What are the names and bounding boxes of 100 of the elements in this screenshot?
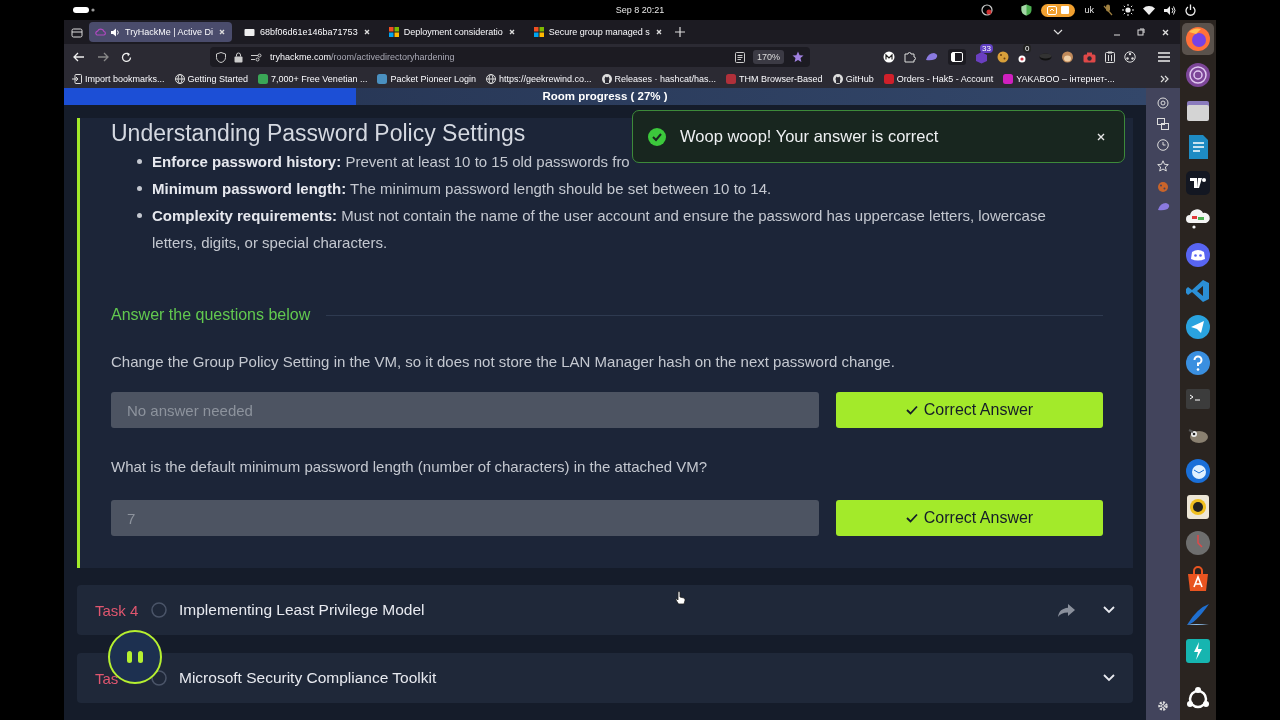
globe-icon [485, 74, 496, 84]
camera-icon[interactable] [1083, 51, 1096, 63]
bookmark-star-icon[interactable] [792, 51, 804, 63]
blob-icon[interactable] [1156, 202, 1170, 212]
record-icon [981, 4, 994, 16]
keyboard-layout: uk [1084, 5, 1094, 15]
synced-tabs-icon[interactable] [1157, 118, 1169, 130]
cube-extension-icon[interactable] [975, 50, 988, 64]
task-row[interactable]: Task 4 Implementing Least Privilege Model [77, 585, 1133, 635]
paper-plane-icon[interactable] [1185, 314, 1211, 340]
browser-tab[interactable]: TryHackMe | Active Di [89, 22, 233, 42]
pause-icon [126, 651, 144, 663]
lock-icon [234, 51, 243, 63]
bookmark[interactable]: Getting Started [174, 74, 249, 84]
power-icon [1185, 4, 1196, 16]
bullet-text: Minimum password length: The minimum password length should be set between 10 to 14. [152, 179, 772, 199]
sidebar-toggle-icon[interactable] [951, 52, 963, 62]
bullet-icon [137, 159, 142, 164]
tab-list-icon[interactable] [71, 26, 83, 38]
terminal-icon[interactable] [1185, 386, 1211, 412]
bookmark[interactable]: 7,000+ Free Venetian ... [258, 74, 368, 84]
back-arrow-icon[interactable] [73, 52, 85, 62]
wifi-icon [1143, 5, 1155, 15]
task-row[interactable]: Tas Microsoft Security Compliance Toolkit [77, 653, 1133, 703]
fin-icon[interactable] [1185, 602, 1211, 628]
reload-icon[interactable] [121, 51, 132, 63]
bullet-text: Complexity requirements: Must not contain the name of the user account and ensure the password has uppercase letters, lowercase letters, digits, or special characters. [152, 206, 1047, 253]
speaker-icon [111, 27, 120, 37]
bookmark[interactable]: YAKABOO – інтернет-... [1003, 74, 1115, 84]
star-icon[interactable] [1157, 160, 1169, 172]
network-icon[interactable] [1124, 51, 1136, 63]
bullet-text: Enforce password history: Prevent at least 10 to 15 old passwords fro [152, 152, 630, 172]
url-text: tryhackme.com/room/activedirectoryhardening [270, 52, 456, 62]
tab-overflow-chevron-icon[interactable] [1053, 29, 1063, 35]
tab-close-icon[interactable] [654, 28, 663, 36]
question-text: What is the default minimum password length (number of characters) in the attached VM? [111, 457, 709, 477]
bookmark[interactable]: https://geekrewind.co... [485, 74, 592, 84]
browser-tab[interactable]: Deployment consideratio [382, 22, 522, 42]
bookmark[interactable]: Orders - Hak5 - Account [883, 74, 994, 84]
microphone-muted-icon [1103, 4, 1113, 16]
tab-close-icon[interactable] [218, 28, 227, 36]
page-favicon-icon [244, 27, 256, 37]
check-icon [905, 513, 918, 523]
chevron-down-icon[interactable] [1103, 606, 1115, 614]
onion-icon[interactable] [1185, 62, 1211, 88]
mail-icon[interactable] [1185, 458, 1211, 484]
tab-close-icon[interactable] [507, 28, 516, 36]
check-circle-icon [648, 127, 666, 146]
speaker-icon[interactable] [1185, 494, 1211, 520]
circle-extension-icon[interactable] [883, 51, 895, 63]
puzzle-icon[interactable] [904, 51, 916, 63]
window-close-icon[interactable] [1161, 27, 1170, 37]
zoom-level-button[interactable]: 170% [752, 50, 784, 64]
bookmark[interactable]: THM Browser-Based [726, 74, 823, 84]
help-icon[interactable] [1185, 350, 1211, 376]
menu-icon[interactable] [1158, 52, 1170, 62]
restore-icon[interactable] [1137, 28, 1145, 36]
lightning-icon[interactable] [1185, 638, 1211, 664]
bookmark[interactable]: GitHub [832, 74, 874, 84]
chat-icon[interactable] [1185, 242, 1211, 268]
permissions-icon [251, 52, 262, 62]
history-icon[interactable] [1157, 139, 1169, 151]
activities-icon[interactable] [73, 6, 95, 14]
cat-silhouette-icon [601, 74, 612, 84]
screen-share-indicator[interactable] [1041, 3, 1076, 17]
address-field[interactable]: tryhackme.com/room/activedirectoryhardening 170% [210, 47, 810, 67]
tab-close-icon[interactable] [362, 28, 371, 36]
assistant-icon[interactable] [1157, 97, 1169, 109]
chevron-down-icon[interactable] [1103, 674, 1115, 682]
chart-app-icon[interactable] [1185, 170, 1211, 196]
bookmark[interactable]: Import bookmarks... [72, 74, 165, 84]
settings-icon[interactable] [1157, 700, 1169, 712]
windows-favicon-icon [388, 27, 399, 37]
new-tab-icon[interactable] [674, 27, 685, 37]
folder-icon[interactable] [1185, 98, 1211, 124]
questions-heading: Answer the questions below [111, 305, 311, 325]
cookie-icon[interactable] [997, 51, 1009, 63]
import-icon [72, 74, 82, 84]
monkey-icon[interactable] [1061, 51, 1074, 63]
code-editor-icon[interactable] [1185, 278, 1211, 304]
shield-outline-icon [216, 51, 226, 63]
volume-icon [1164, 4, 1176, 16]
bookmark[interactable]: Packet Pioneer Login [377, 74, 476, 84]
cat-silhouette-icon [832, 74, 843, 84]
browser-icon[interactable] [1185, 26, 1211, 52]
reader-view-icon[interactable] [734, 51, 745, 63]
toast-close-icon[interactable] [1096, 131, 1106, 142]
shopping-bag-icon[interactable] [1185, 566, 1211, 592]
task-title: Microsoft Security Compliance Toolkit [179, 669, 437, 687]
browser-tab[interactable]: 68bf06d61e146ba71753 [238, 22, 377, 42]
browser-tab[interactable]: Secure group managed s [527, 22, 669, 42]
bookmark[interactable]: Releases · hashcat/has... [601, 74, 717, 84]
forward-arrow-icon[interactable] [97, 52, 109, 62]
overflow-chevrons-icon[interactable] [1160, 75, 1170, 83]
clock-icon[interactable] [1185, 530, 1211, 556]
stop-icon [1061, 6, 1070, 14]
bullet-icon [137, 186, 142, 191]
clipboard-icon[interactable] [1105, 51, 1115, 63]
blob-icon[interactable] [925, 52, 939, 62]
share-icon[interactable] [1058, 603, 1075, 617]
